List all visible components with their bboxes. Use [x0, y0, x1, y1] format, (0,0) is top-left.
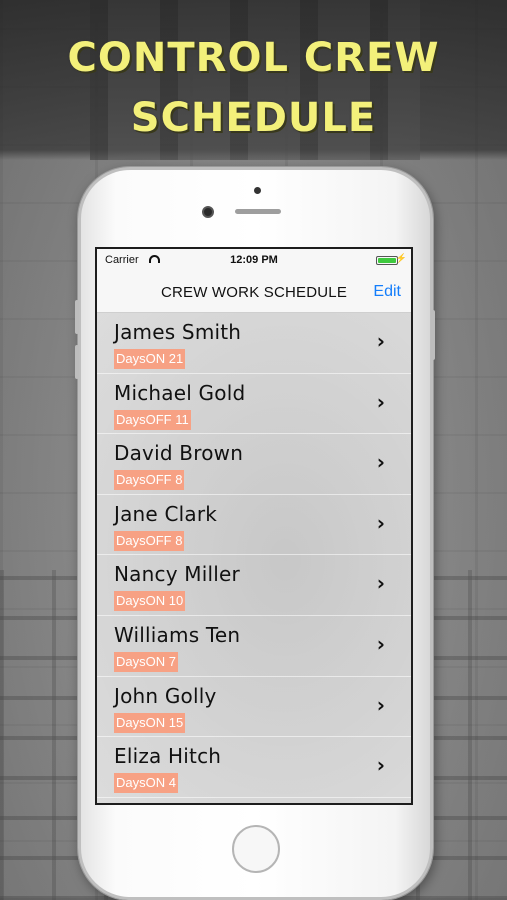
days-status-badge: DaysON 4 — [114, 773, 178, 794]
crew-row[interactable]: John Golly DaysON 15 › — [97, 677, 411, 738]
app-screen: Carrier 12:09 PM ⚡ CREW WORK SCHEDULE Ed… — [95, 247, 413, 805]
days-status-badge: DaysON 21 — [114, 349, 186, 369]
crew-row[interactable]: Eliza Hitch DaysON 4 › — [97, 737, 411, 798]
earpiece-speaker — [235, 209, 281, 214]
chevron-right-icon: › — [376, 753, 385, 778]
crew-row[interactable]: Nancy Miller DaysON 10 › — [97, 555, 411, 616]
chevron-right-icon: › — [376, 329, 385, 353]
crew-name: Jane Clark — [114, 501, 218, 526]
crew-list: James Smith DaysON 21 › Michael Gold Day… — [97, 313, 411, 803]
crew-row[interactable]: Michael Gold DaysOFF 11 › — [97, 374, 411, 435]
chevron-right-icon: › — [376, 692, 385, 717]
crew-name: Williams Ten — [114, 622, 241, 647]
crew-row[interactable]: James Smith DaysON 21 › — [97, 313, 411, 374]
crew-name: John Golly — [114, 683, 217, 708]
days-status-badge: DaysON 7 — [114, 651, 178, 672]
chevron-right-icon: › — [376, 389, 385, 414]
crew-name: David Brown — [114, 441, 244, 466]
home-button[interactable] — [232, 825, 280, 873]
battery-icon — [376, 256, 398, 265]
volume-up-button[interactable] — [75, 300, 79, 334]
navigation-bar: CREW WORK SCHEDULE Edit — [97, 271, 411, 313]
crew-name: Nancy Miller — [114, 562, 240, 587]
crew-row[interactable]: Jane Clark DaysOFF 8 › — [97, 495, 411, 556]
headline-line-2: SCHEDULE — [130, 95, 377, 141]
status-time: 12:09 PM — [230, 254, 278, 266]
chevron-right-icon: › — [376, 571, 385, 596]
volume-down-button[interactable] — [75, 345, 79, 379]
crew-row[interactable]: David Brown DaysOFF 8 › — [97, 434, 411, 495]
charging-bolt-icon: ⚡ — [395, 253, 407, 263]
days-status-badge: DaysOFF 8 — [114, 530, 185, 551]
crew-name: Eliza Hitch — [114, 744, 222, 769]
edit-button[interactable]: Edit — [373, 283, 401, 301]
page-title: CREW WORK SCHEDULE — [160, 284, 348, 301]
crew-name: James Smith — [114, 320, 242, 344]
front-camera — [202, 206, 214, 218]
headline-line-1: CONTROL CREW — [67, 35, 440, 81]
crew-row[interactable]: Williams Ten DaysON 7 › — [97, 616, 411, 677]
days-status-badge: DaysOFF 11 — [114, 409, 191, 430]
promo-headline: CONTROL CREW SCHEDULE — [0, 28, 507, 148]
days-status-badge: DaysON 15 — [114, 712, 186, 733]
status-bar: Carrier 12:09 PM ⚡ — [97, 249, 411, 271]
crew-name: Michael Gold — [114, 380, 246, 405]
power-button[interactable] — [431, 310, 435, 360]
chevron-right-icon: › — [376, 510, 385, 535]
chevron-right-icon: › — [376, 631, 385, 656]
chevron-right-icon: › — [376, 450, 385, 475]
days-status-badge: DaysON 10 — [114, 591, 186, 612]
proximity-sensor — [254, 187, 261, 194]
days-status-badge: DaysOFF 8 — [114, 470, 185, 491]
